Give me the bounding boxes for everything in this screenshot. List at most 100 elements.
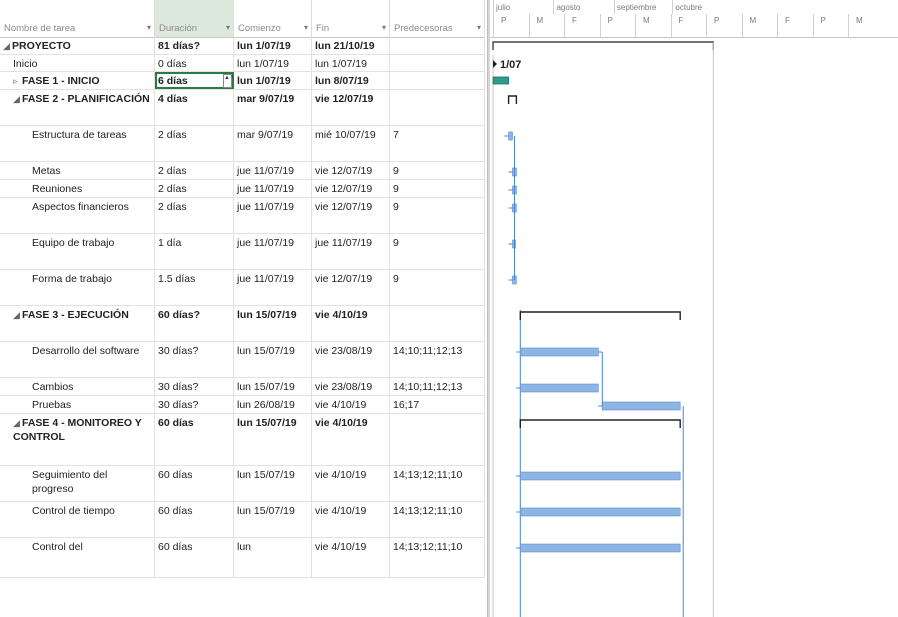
- predecessors-cell[interactable]: 9: [390, 234, 485, 269]
- task-name-cell[interactable]: Aspectos financieros: [0, 198, 155, 233]
- end-cell[interactable]: vie 12/07/19: [312, 162, 390, 179]
- predecessors-cell[interactable]: [390, 90, 485, 125]
- duration-cell[interactable]: 81 días?: [155, 37, 234, 54]
- duration-cell[interactable]: 2 días: [155, 162, 234, 179]
- table-row[interactable]: Control de tiempo 60 días lun 15/07/19 vie …: [0, 502, 485, 538]
- end-cell[interactable]: jue 11/07/19: [312, 234, 390, 269]
- predecessors-cell[interactable]: 14;10;11;12;13: [390, 378, 485, 395]
- column-header-duration[interactable]: Duración ▾: [155, 0, 234, 37]
- table-row[interactable]: Forma de trabajo 1.5 días jue 11/07/19 vie …: [0, 270, 485, 306]
- predecessors-cell[interactable]: [390, 306, 485, 341]
- duration-cell[interactable]: 60 días: [155, 414, 234, 465]
- table-row[interactable]: Seguimiento del progreso 60 días lun 15/07…: [0, 466, 485, 502]
- table-row[interactable]: Equipo de trabajo 1 día jue 11/07/19 jue 11…: [0, 234, 485, 270]
- end-cell[interactable]: vie 23/08/19: [312, 342, 390, 377]
- start-cell[interactable]: jue 11/07/19: [234, 198, 312, 233]
- end-cell[interactable]: vie 4/10/19: [312, 538, 390, 577]
- duration-cell[interactable]: 30 días?: [155, 342, 234, 377]
- chevron-down-icon[interactable]: ▾: [304, 23, 308, 32]
- predecessors-cell[interactable]: 16;17: [390, 396, 485, 413]
- table-row[interactable]: ◢ FASE 4 - MONITOREO Y CONTROL 60 días lun …: [0, 414, 485, 466]
- task-name-cell[interactable]: Estructura de tareas: [0, 126, 155, 161]
- column-header-start[interactable]: Comienzo ▾: [234, 0, 312, 37]
- start-cell[interactable]: lun 15/07/19: [234, 342, 312, 377]
- table-row[interactable]: ▹FASE 1 - INICIO6 días▲▼lun 1/07/19lun 8…: [0, 72, 485, 90]
- start-cell[interactable]: lun 15/07/19: [234, 466, 312, 501]
- column-header-predecessors[interactable]: Predecesoras ▾: [390, 0, 485, 37]
- duration-cell[interactable]: 4 días: [155, 90, 234, 125]
- chevron-down-icon[interactable]: ▾: [382, 23, 386, 32]
- table-row[interactable]: Estructura de tareas 2 días mar 9/07/19 mié…: [0, 126, 485, 162]
- duration-cell[interactable]: 30 días?: [155, 396, 234, 413]
- table-row[interactable]: Pruebas 30 días? lun 26/08/19 vie 4/10/19 16…: [0, 396, 485, 414]
- table-row[interactable]: Aspectos financieros 2 días jue 11/07/19 vi…: [0, 198, 485, 234]
- end-cell[interactable]: mié 10/07/19: [312, 126, 390, 161]
- end-cell[interactable]: vie 4/10/19: [312, 502, 390, 537]
- end-cell[interactable]: vie 12/07/19: [312, 270, 390, 305]
- task-name-cell[interactable]: Metas: [0, 162, 155, 179]
- duration-cell[interactable]: 60 días: [155, 466, 234, 501]
- start-cell[interactable]: mar 9/07/19: [234, 126, 312, 161]
- outline-toggle-icon[interactable]: ◢: [13, 308, 22, 322]
- duration-cell[interactable]: 2 días: [155, 198, 234, 233]
- task-name-cell[interactable]: ▹ FASE 1 - INICIO: [0, 72, 155, 89]
- start-cell[interactable]: jue 11/07/19: [234, 234, 312, 269]
- task-name-cell[interactable]: Reuniones: [0, 180, 155, 197]
- task-name-cell[interactable]: Forma de trabajo: [0, 270, 155, 305]
- end-cell[interactable]: vie 4/10/19: [312, 396, 390, 413]
- predecessors-cell[interactable]: 7: [390, 126, 485, 161]
- task-name-cell[interactable]: ◢ FASE 3 - EJECUCIÓN: [0, 306, 155, 341]
- chevron-down-icon[interactable]: ▾: [226, 23, 230, 32]
- task-name-cell[interactable]: Desarrollo del software: [0, 342, 155, 377]
- duration-cell[interactable]: 1.5 días: [155, 270, 234, 305]
- end-cell[interactable]: vie 12/07/19: [312, 180, 390, 197]
- table-row[interactable]: Reuniones 2 días jue 11/07/19 vie 12/07/19 9: [0, 180, 485, 198]
- end-cell[interactable]: lun 21/10/19: [312, 37, 390, 54]
- table-row[interactable]: Control del 60 días lun vie 4/10/19 14;13;12…: [0, 538, 485, 578]
- outline-toggle-icon[interactable]: ◢: [3, 39, 12, 53]
- duration-spinner-icon[interactable]: ▲▼: [223, 74, 233, 88]
- task-name-cell[interactable]: ◢ FASE 4 - MONITOREO Y CONTROL: [0, 414, 155, 465]
- predecessors-cell[interactable]: [390, 72, 485, 89]
- start-cell[interactable]: lun 15/07/19: [234, 306, 312, 341]
- start-cell[interactable]: lun 15/07/19: [234, 378, 312, 395]
- task-name-cell[interactable]: Inicio: [0, 55, 155, 71]
- task-name-cell[interactable]: ◢ PROYECTO: [0, 37, 155, 54]
- outline-toggle-icon[interactable]: ▹: [13, 74, 22, 88]
- task-name-cell[interactable]: ◢ FASE 2 - PLANIFICACIÓN: [0, 90, 155, 125]
- start-cell[interactable]: lun 26/08/19: [234, 396, 312, 413]
- task-name-cell[interactable]: Pruebas: [0, 396, 155, 413]
- predecessors-cell[interactable]: 9: [390, 180, 485, 197]
- start-cell[interactable]: lun 1/07/19: [234, 72, 312, 89]
- table-row[interactable]: Desarrollo del software 30 días? lun 15/07…: [0, 342, 485, 378]
- start-cell[interactable]: jue 11/07/19: [234, 162, 312, 179]
- start-cell[interactable]: lun 1/07/19: [234, 37, 312, 54]
- task-name-cell[interactable]: Seguimiento del progreso: [0, 466, 155, 501]
- predecessors-cell[interactable]: [390, 55, 485, 71]
- table-row[interactable]: ◢ FASE 3 - EJECUCIÓN 60 días? lun 15/07/19 v…: [0, 306, 485, 342]
- end-cell[interactable]: vie 23/08/19: [312, 378, 390, 395]
- predecessors-cell[interactable]: [390, 414, 485, 465]
- end-cell[interactable]: lun 8/07/19: [312, 72, 390, 89]
- chevron-down-icon[interactable]: ▾: [147, 23, 151, 32]
- end-cell[interactable]: vie 4/10/19: [312, 466, 390, 501]
- end-cell[interactable]: vie 4/10/19: [312, 306, 390, 341]
- start-cell[interactable]: lun 15/07/19: [234, 414, 312, 465]
- table-row[interactable]: Cambios 30 días? lun 15/07/19 vie 23/08/19 1…: [0, 378, 485, 396]
- predecessors-cell[interactable]: 14;13;12;11;10: [390, 538, 485, 577]
- outline-toggle-icon[interactable]: ◢: [13, 92, 22, 106]
- table-row[interactable]: Metas 2 días jue 11/07/19 vie 12/07/19 9: [0, 162, 485, 180]
- duration-cell[interactable]: 30 días?: [155, 378, 234, 395]
- start-cell[interactable]: lun 1/07/19: [234, 55, 312, 71]
- table-row[interactable]: ◢ FASE 2 - PLANIFICACIÓN 4 días mar 9/07/19…: [0, 90, 485, 126]
- duration-cell[interactable]: 60 días: [155, 538, 234, 577]
- predecessors-cell[interactable]: 14;13;12;11;10: [390, 466, 485, 501]
- predecessors-cell[interactable]: 9: [390, 270, 485, 305]
- task-name-cell[interactable]: Control del: [0, 538, 155, 577]
- start-cell[interactable]: jue 11/07/19: [234, 180, 312, 197]
- predecessors-cell[interactable]: 14;13;12;11;10: [390, 502, 485, 537]
- task-name-cell[interactable]: Cambios: [0, 378, 155, 395]
- start-cell[interactable]: lun 15/07/19: [234, 502, 312, 537]
- task-name-cell[interactable]: Equipo de trabajo: [0, 234, 155, 269]
- duration-cell[interactable]: 6 días ▲▼: [155, 72, 234, 89]
